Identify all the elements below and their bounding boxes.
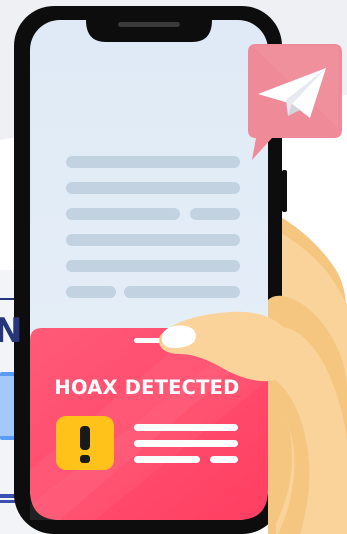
background-partial-letter: N — [0, 311, 23, 351]
scene-svg — [0, 0, 347, 534]
exclamation-warning-icon — [56, 416, 114, 470]
alert-detail-lines — [134, 424, 238, 463]
illustration: N HOAX DETECTED — [0, 0, 347, 534]
hoax-detected-title: HOAX DETECTED — [54, 376, 240, 399]
